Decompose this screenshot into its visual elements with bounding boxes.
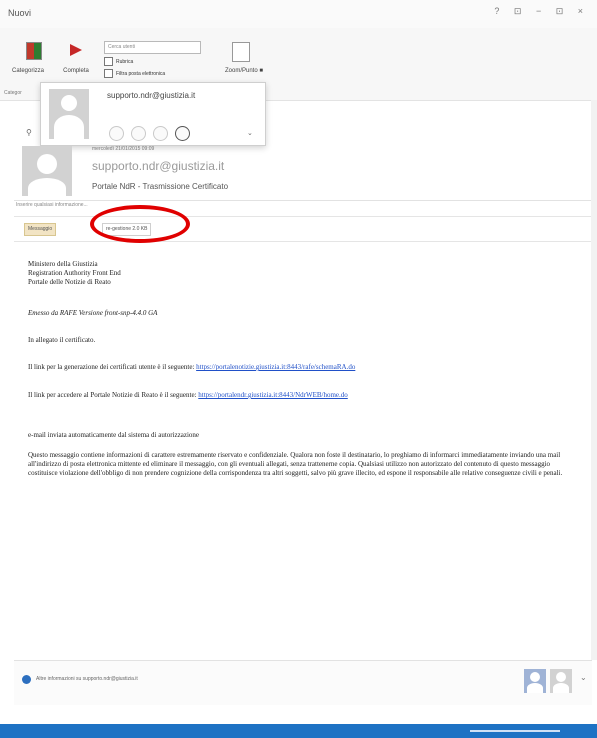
chevron-down-icon[interactable]: ⌄ <box>580 673 587 682</box>
zoom-icon[interactable] <box>232 42 250 62</box>
checkbox-rubrica[interactable]: Rubrica <box>104 57 133 66</box>
link2-url[interactable]: https://portalendr.giustizia.it:8443/Ndr… <box>198 391 348 399</box>
highlight-circle <box>90 205 190 243</box>
search-icon[interactable]: ⚲ <box>26 128 32 137</box>
link1-url[interactable]: https://portalenotizie.giustizia.it:8443… <box>196 363 355 371</box>
categorize-button-label[interactable]: Categorizza <box>4 68 52 74</box>
body-line-1: Ministero della Giustizia <box>28 260 98 268</box>
zoom-button-label[interactable]: Zoom/Punto ■ <box>214 68 274 74</box>
sender-address[interactable]: supporto.ndr@giustizia.it <box>92 159 224 173</box>
chat-icon[interactable] <box>109 126 124 141</box>
avatar[interactable] <box>550 669 572 693</box>
search-input[interactable]: Cerca utenti <box>104 41 201 54</box>
checkbox-box[interactable] <box>104 57 113 66</box>
checkbox-filter[interactable]: Filtra posta elettronica <box>104 69 165 78</box>
header-divider <box>14 200 592 201</box>
flag-icon[interactable] <box>70 44 82 56</box>
contact-card-popup: supporto.ndr@giustizia.it ⌄ <box>40 82 266 146</box>
categorize-icon[interactable] <box>26 42 42 60</box>
checkbox-label: Rubrica <box>116 58 134 65</box>
body-line-3: Portale delle Notizie di Reato <box>28 278 111 286</box>
link1-line: Il link per la generazione dei certifica… <box>28 363 355 372</box>
message-subject: Portale NdR - Trasmissione Certificato <box>92 182 229 191</box>
title-bar: Nuovi ? ⊡ − ⊡ × <box>0 0 597 28</box>
scrollbar[interactable] <box>591 100 597 660</box>
window-title: Nuovi <box>8 8 32 18</box>
people-pane: Altre informazioni su supporto.ndr@giust… <box>14 660 592 705</box>
more-info-link[interactable]: Altre informazioni su supporto.ndr@giust… <box>36 676 138 682</box>
info-icon <box>22 675 31 684</box>
message-date: mercoledì 21/01/2015 09:09 <box>92 146 155 152</box>
zoom-slider[interactable] <box>470 730 560 732</box>
chevron-down-icon[interactable]: ⌄ <box>247 129 253 137</box>
followup-button-label[interactable]: Completa <box>56 68 96 74</box>
sender-avatar <box>22 146 72 198</box>
checkbox-label: Filtra posta elettronica <box>116 70 166 77</box>
link2-text: Il link per accedere al Portale Notizie … <box>28 391 197 399</box>
window-controls[interactable]: ? ⊡ − ⊡ × <box>494 6 589 17</box>
sent-by-line: Emesso da RAFE Versione front-snp-4.4.0 … <box>28 309 158 317</box>
call-icon[interactable] <box>131 126 146 141</box>
video-icon[interactable] <box>153 126 168 141</box>
attached-cert-line: In allegato il certificato. <box>28 336 96 344</box>
link2-line: Il link per accedere al Portale Notizie … <box>28 391 348 400</box>
ribbon-group-label: Categor <box>4 90 22 96</box>
popup-email[interactable]: supporto.ndr@giustizia.it <box>107 91 195 100</box>
link1-text: Il link per la generazione dei certifica… <box>28 363 195 371</box>
avatar <box>49 89 89 139</box>
mail-icon[interactable] <box>175 126 190 141</box>
message-tab[interactable]: Messaggio <box>24 223 57 236</box>
avatar[interactable] <box>524 669 546 693</box>
status-bar <box>0 724 597 738</box>
checkbox-box[interactable] <box>104 69 113 78</box>
info-line: Inserire qualsiasi informazione... <box>16 202 88 208</box>
auto-email-line: e-mail inviata automaticamente dal siste… <box>28 431 200 439</box>
body-line-2: Registration Authority Front End <box>28 269 121 277</box>
disclaimer: Questo messaggio contiene informazioni d… <box>28 451 563 477</box>
